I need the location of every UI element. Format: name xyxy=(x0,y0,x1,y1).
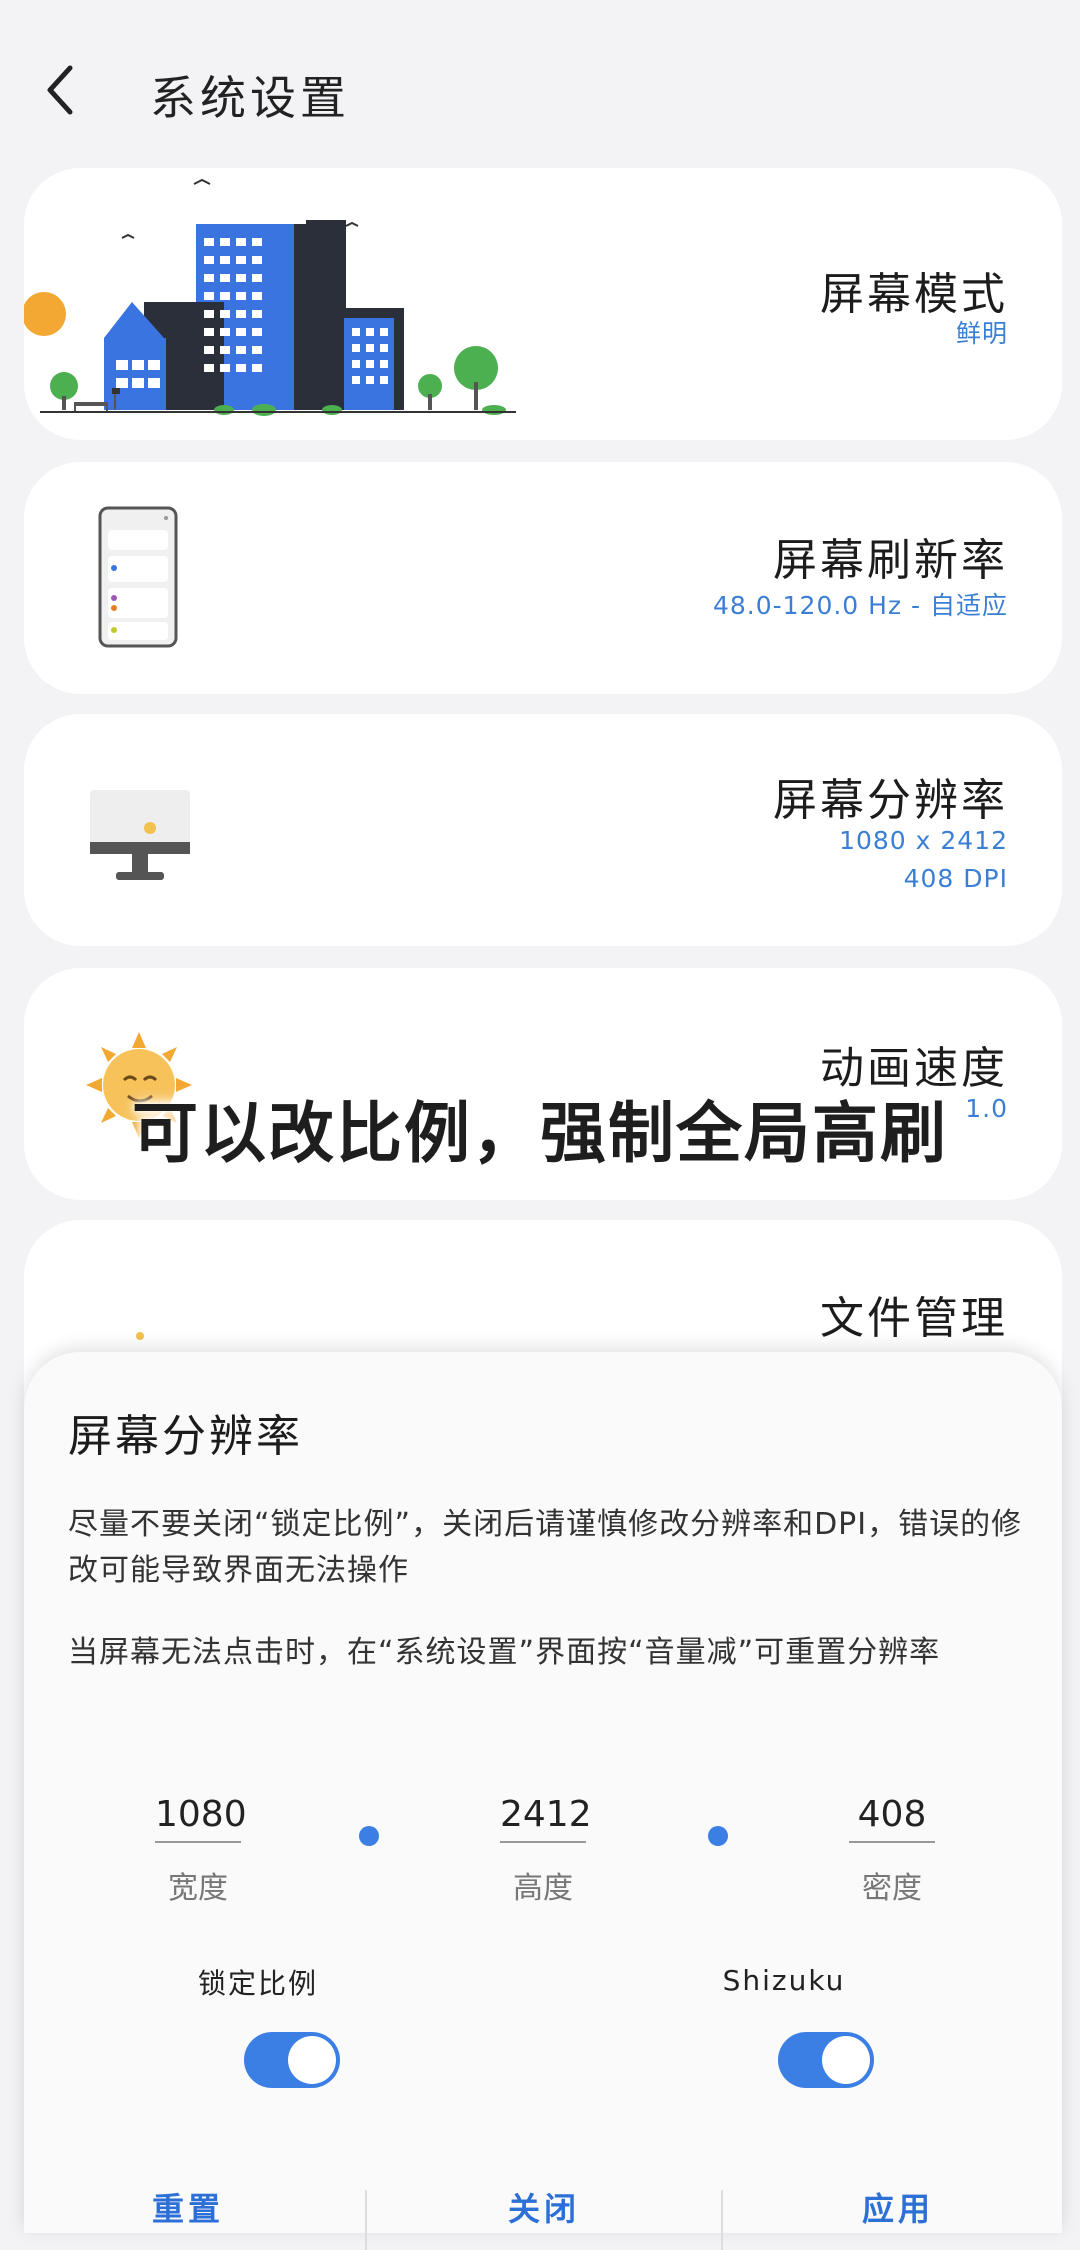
resolution-size: 1080 x 2412 xyxy=(839,826,1008,855)
resolution-card[interactable]: 屏幕分辨率 1080 x 2412 408 DPI xyxy=(24,714,1062,946)
monitor-icon xyxy=(90,790,190,880)
phone-icon xyxy=(98,506,178,648)
refresh-rate-title: 屏幕刷新率 xyxy=(773,535,1008,586)
refresh-rate-value: 48.0-120.0 Hz - 自适应 xyxy=(712,591,1008,620)
separator-dot xyxy=(359,1826,379,1846)
width-label: 宽度 xyxy=(168,1871,228,1906)
dialog-warning-text: 尽量不要关闭“锁定比例”，关闭后请谨慎修改分辨率和DPI，错误的修改可能导致界面… xyxy=(68,1507,1023,1588)
city-illustration-icon xyxy=(24,178,516,416)
reset-button[interactable]: 重置 xyxy=(68,2184,308,2230)
resolution-title: 屏幕分辨率 xyxy=(773,775,1008,826)
button-divider xyxy=(721,2190,723,2250)
video-caption: 可以改比例，强制全局高刷 xyxy=(132,1095,948,1172)
chevron-left-icon xyxy=(47,65,73,115)
lock-ratio-label: 锁定比例 xyxy=(197,1967,318,2000)
separator-dot xyxy=(708,1826,728,1846)
lock-ratio-toggle[interactable] xyxy=(244,2032,340,2088)
apply-button[interactable]: 应用 xyxy=(778,2184,1018,2230)
screen-mode-value: 鲜明 xyxy=(955,319,1008,348)
toggle-knob xyxy=(822,2036,870,2084)
dialog-title: 屏幕分辨率 xyxy=(68,1411,303,1462)
screen-mode-card[interactable]: 屏幕模式 鲜明 xyxy=(24,168,1062,440)
back-button[interactable] xyxy=(40,60,100,140)
file-manager-icon xyxy=(136,1332,144,1340)
top-bar: 系统设置 xyxy=(0,0,1080,160)
width-input[interactable]: 1080 xyxy=(155,1794,247,1843)
toggle-knob xyxy=(288,2036,336,2084)
screen-mode-title: 屏幕模式 xyxy=(820,269,1008,320)
density-label: 密度 xyxy=(862,1871,922,1906)
width-field[interactable]: 1080 宽度 xyxy=(118,1794,278,1907)
height-field[interactable]: 2412 高度 xyxy=(463,1794,623,1907)
button-divider xyxy=(365,2190,367,2250)
density-field[interactable]: 408 密度 xyxy=(812,1794,972,1907)
shizuku-toggle[interactable] xyxy=(778,2032,874,2088)
resolution-dialog: 屏幕分辨率 尽量不要关闭“锁定比例”，关闭后请谨慎修改分辨率和DPI，错误的修改… xyxy=(24,1352,1062,2250)
density-input[interactable]: 408 xyxy=(849,1794,935,1843)
resolution-dpi: 408 DPI xyxy=(903,864,1008,893)
height-label: 高度 xyxy=(513,1871,573,1906)
shizuku-label: Shizuku xyxy=(722,1964,846,1997)
close-button[interactable]: 关闭 xyxy=(424,2184,664,2230)
file-manager-title: 文件管理 xyxy=(820,1293,1008,1344)
refresh-rate-card[interactable]: 屏幕刷新率 48.0-120.0 Hz - 自适应 xyxy=(24,462,1062,694)
page-title: 系统设置 xyxy=(150,71,350,125)
height-input[interactable]: 2412 xyxy=(500,1794,592,1843)
dialog-reset-hint: 当屏幕无法点击时，在“系统设置”界面按“音量减”可重置分辨率 xyxy=(68,1635,941,1670)
